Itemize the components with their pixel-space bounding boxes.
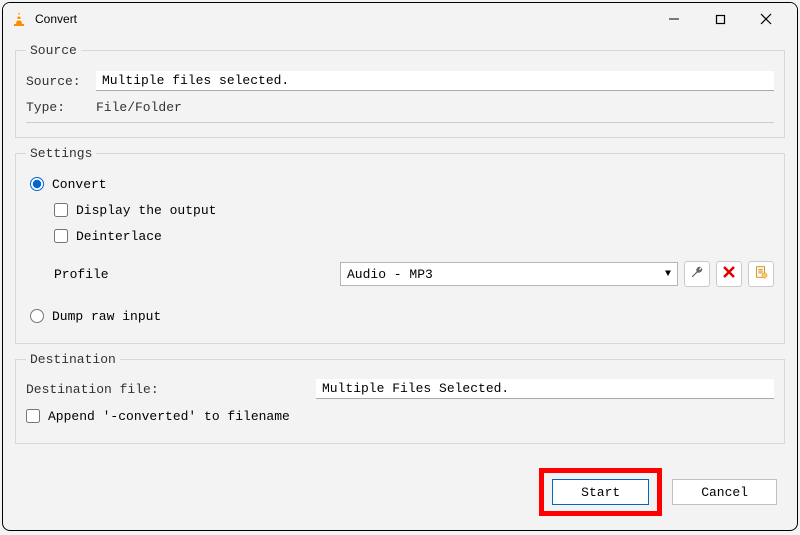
- chevron-down-icon: ▼: [665, 269, 671, 280]
- destination-file-label: Destination file:: [26, 382, 316, 397]
- start-button[interactable]: Start: [552, 479, 649, 505]
- close-button[interactable]: [743, 4, 789, 34]
- new-profile-button[interactable]: [748, 261, 774, 287]
- dump-raw-radio[interactable]: [30, 309, 44, 323]
- destination-legend: Destination: [26, 352, 120, 367]
- edit-profile-button[interactable]: [684, 261, 710, 287]
- source-label: Source:: [26, 74, 96, 89]
- destination-file-input[interactable]: [316, 379, 774, 399]
- append-converted-label: Append '-converted' to filename: [48, 409, 290, 424]
- display-output-label: Display the output: [76, 203, 216, 218]
- append-converted-checkbox[interactable]: [26, 409, 40, 423]
- dialog-footer: Start Cancel: [15, 464, 785, 520]
- profile-label: Profile: [54, 267, 334, 282]
- destination-group: Destination Destination file: Append '-c…: [15, 352, 785, 444]
- settings-legend: Settings: [26, 146, 96, 161]
- type-label: Type:: [26, 100, 96, 115]
- cancel-button[interactable]: Cancel: [672, 479, 777, 505]
- dump-raw-label: Dump raw input: [52, 309, 161, 324]
- type-value: File/Folder: [96, 97, 182, 118]
- vlc-cone-icon: [11, 11, 27, 27]
- profile-value: Audio - MP3: [347, 267, 433, 282]
- source-legend: Source: [26, 43, 81, 58]
- profile-select[interactable]: Audio - MP3 ▼: [340, 262, 678, 286]
- deinterlace-checkbox[interactable]: [54, 229, 68, 243]
- new-document-icon: [754, 265, 768, 283]
- titlebar: Convert: [3, 3, 797, 35]
- window-controls: [651, 4, 789, 34]
- wrench-icon: [690, 265, 704, 283]
- maximize-button[interactable]: [697, 4, 743, 34]
- delete-x-icon: [723, 266, 735, 282]
- display-output-checkbox[interactable]: [54, 203, 68, 217]
- convert-radio[interactable]: [30, 177, 44, 191]
- source-group: Source Source: Type: File/Folder: [15, 43, 785, 138]
- minimize-button[interactable]: [651, 4, 697, 34]
- source-input[interactable]: [96, 71, 774, 91]
- convert-radio-label: Convert: [52, 177, 107, 192]
- settings-group: Settings Convert Display the output Dein…: [15, 146, 785, 344]
- highlight-annotation: Start: [539, 468, 662, 516]
- window-title: Convert: [35, 12, 651, 26]
- delete-profile-button[interactable]: [716, 261, 742, 287]
- deinterlace-label: Deinterlace: [76, 229, 162, 244]
- dialog-content: Source Source: Type: File/Folder Setting…: [3, 35, 797, 530]
- convert-dialog: Convert Source Source: Type: File/Folder: [2, 2, 798, 531]
